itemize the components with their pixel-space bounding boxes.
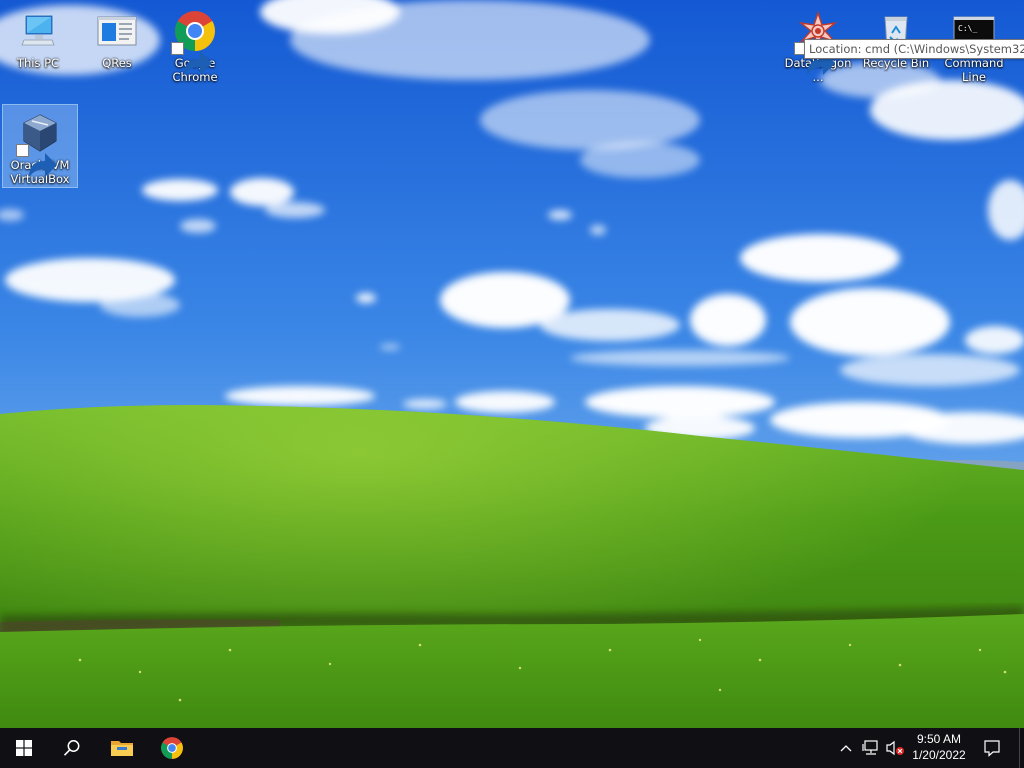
desktop-icon-label: Command Line xyxy=(944,56,1004,84)
svg-text:C:\_: C:\_ xyxy=(958,24,977,33)
shortcut-arrow-icon xyxy=(16,144,57,177)
wallpaper xyxy=(0,0,1024,728)
chrome-icon xyxy=(160,736,184,760)
chrome-icon xyxy=(171,9,217,75)
taskbar: 9:50 AM 1/20/2022 xyxy=(0,728,1024,768)
desktop[interactable]: This PC QRes Chrome Oracle VM VirtualBox… xyxy=(0,0,1024,728)
virtualbox-icon xyxy=(16,111,62,177)
show-hidden-icons-chevron-icon[interactable] xyxy=(836,738,856,758)
desktop-icon-qres[interactable]: QRes xyxy=(79,2,155,82)
taskbar-clock[interactable]: 9:50 AM 1/20/2022 xyxy=(906,731,972,765)
clock-time: 9:50 AM xyxy=(916,732,962,746)
volume-muted-icon[interactable] xyxy=(885,738,905,758)
desktop-icon-label: This PC xyxy=(16,56,60,70)
search-button[interactable] xyxy=(48,728,96,768)
notification-icon[interactable] xyxy=(982,738,1002,758)
taskbar-file-explorer[interactable] xyxy=(98,728,146,768)
show-desktop-button[interactable] xyxy=(1019,728,1024,768)
desktop-icon-this-pc[interactable]: This PC xyxy=(0,2,76,82)
start-button[interactable] xyxy=(0,728,48,768)
icon-tooltip: Location: cmd (C:\Windows\System32) xyxy=(804,39,1024,59)
desktop-icon-oracle-vm-virtualbox[interactable]: Oracle VM VirtualBox xyxy=(2,104,78,188)
taskbar-google-chrome[interactable] xyxy=(148,728,196,768)
start-icon xyxy=(16,740,32,756)
clock-date: 1/20/2022 xyxy=(912,748,966,762)
shortcut-arrow-icon xyxy=(171,42,212,75)
network-icon[interactable] xyxy=(861,738,881,758)
desktop-icon-label: QRes xyxy=(102,56,132,70)
this-pc-icon xyxy=(16,9,60,53)
desktop-icon-google-chrome[interactable]: Google Chrome xyxy=(157,2,233,84)
qres-icon xyxy=(95,9,139,53)
search-icon xyxy=(63,739,81,757)
file-explorer-icon xyxy=(110,738,134,758)
